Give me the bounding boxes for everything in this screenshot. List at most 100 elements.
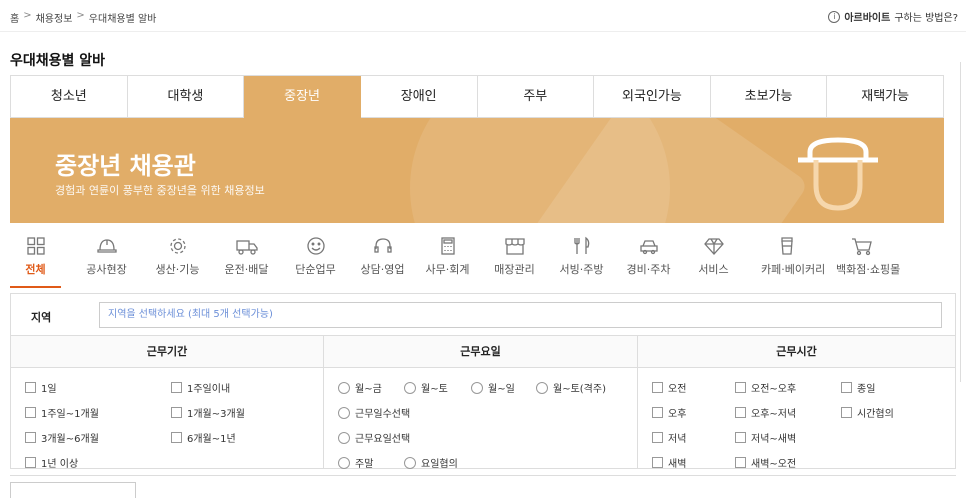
- breadcrumb-separator: >: [23, 10, 32, 21]
- checkbox[interactable]: [171, 432, 182, 443]
- fork-knife-icon: [573, 236, 589, 254]
- days-option[interactable]: 월~토: [404, 380, 448, 395]
- time-option[interactable]: 새벽: [652, 455, 686, 470]
- store-icon: [504, 238, 525, 255]
- radio[interactable]: [338, 381, 350, 394]
- top-bar: 홈 > 채용정보 > 우대채용별 알바 i 아르바이트 구하는 방법은?: [0, 0, 966, 32]
- tab-foreigner[interactable]: 외국인가능: [594, 76, 711, 118]
- checkbox[interactable]: [25, 432, 36, 443]
- checkbox[interactable]: [25, 382, 36, 393]
- time-option[interactable]: 새벽~오전: [735, 455, 796, 470]
- region-label: 지역: [31, 311, 52, 324]
- breadcrumb-separator: >: [76, 10, 85, 21]
- tab-homemaker[interactable]: 주부: [477, 76, 595, 118]
- car-icon: [639, 240, 658, 255]
- radio[interactable]: [338, 406, 350, 419]
- period-option[interactable]: 3개월~6개월: [25, 430, 99, 445]
- time-header: 근무시간: [776, 345, 817, 358]
- category-label: 생산·기능: [155, 263, 200, 276]
- banner-title: 중장년 채용관: [55, 152, 196, 180]
- help-link[interactable]: i 아르바이트 구하는 방법은?: [828, 9, 958, 24]
- period-option[interactable]: 1주일~1개월: [25, 405, 99, 420]
- tab-college[interactable]: 대학생: [127, 76, 245, 118]
- category-label: 전체: [25, 263, 46, 276]
- checkbox[interactable]: [841, 407, 852, 418]
- breadcrumb-current: 우대채용별 알바: [88, 14, 157, 25]
- category-store-management[interactable]: 매장관리: [489, 230, 540, 292]
- category-service[interactable]: 서비스: [688, 230, 739, 292]
- checkbox[interactable]: [25, 407, 36, 418]
- checkbox[interactable]: [652, 382, 663, 393]
- period-option[interactable]: 6개월~1년: [171, 430, 236, 445]
- radio[interactable]: [338, 456, 350, 469]
- radio[interactable]: [404, 381, 416, 394]
- category-consulting-sales[interactable]: 상담·영업: [357, 230, 408, 292]
- period-header: 근무기간: [11, 336, 324, 367]
- time-option[interactable]: 오전: [652, 380, 686, 395]
- time-option[interactable]: 시간협의: [841, 405, 894, 420]
- tab-middle-aged[interactable]: 중장년: [244, 76, 361, 118]
- checkbox[interactable]: [652, 432, 663, 443]
- region-input[interactable]: 지역을 선택하세요 (최대 5개 선택가능): [99, 302, 942, 328]
- help-link-text: 구하는 방법은?: [894, 13, 958, 24]
- checkbox[interactable]: [735, 382, 746, 393]
- category-label: 서비스: [698, 263, 729, 276]
- time-option[interactable]: 오후: [652, 405, 686, 420]
- checkbox[interactable]: [735, 407, 746, 418]
- category-office-accounting[interactable]: 사무·회계: [422, 230, 473, 292]
- radio[interactable]: [404, 456, 416, 469]
- helmet-icon: [96, 239, 117, 253]
- radio[interactable]: [338, 431, 350, 444]
- days-option[interactable]: 월~일: [471, 380, 515, 395]
- filter-panel: 지역 지역을 선택하세요 (최대 5개 선택가능) 근무기간 근무요일 근무시간…: [10, 293, 956, 470]
- checkbox[interactable]: [171, 382, 182, 393]
- days-option[interactable]: 주말: [338, 455, 373, 470]
- time-option[interactable]: 종일: [841, 380, 875, 395]
- checkbox[interactable]: [171, 407, 182, 418]
- smile-icon: [306, 237, 325, 255]
- time-option[interactable]: 저녁~새벽: [735, 430, 796, 445]
- time-option[interactable]: 오후~저녁: [735, 405, 796, 420]
- category-cafe-bakery[interactable]: 카페·베이커리: [761, 230, 825, 292]
- days-option[interactable]: 월~금: [338, 380, 382, 395]
- radio[interactable]: [471, 381, 483, 394]
- days-option[interactable]: 월~토(격주): [536, 380, 606, 395]
- category-production[interactable]: 생산·기능: [152, 230, 203, 292]
- tab-youth[interactable]: 청소년: [11, 76, 128, 118]
- breadcrumb-section[interactable]: 채용정보: [36, 10, 73, 25]
- category-label: 매장관리: [494, 263, 535, 276]
- checkbox[interactable]: [25, 457, 36, 468]
- category-label: 운전·배달: [224, 263, 269, 276]
- days-option[interactable]: 근무일수선택: [338, 405, 410, 420]
- tab-disabled[interactable]: 장애인: [360, 76, 478, 118]
- checkbox[interactable]: [652, 407, 663, 418]
- time-option[interactable]: 저녁: [652, 430, 686, 445]
- radio[interactable]: [536, 381, 548, 394]
- category-label: 백화점·쇼핑몰: [836, 263, 901, 276]
- period-option[interactable]: 1개월~3개월: [171, 405, 245, 420]
- category-simple-work[interactable]: 단순업무: [290, 230, 341, 292]
- checkbox[interactable]: [735, 457, 746, 468]
- tab-remote[interactable]: 재택가능: [827, 76, 944, 118]
- checkbox[interactable]: [841, 382, 852, 393]
- period-option[interactable]: 1일: [25, 380, 57, 395]
- breadcrumb-home[interactable]: 홈: [10, 10, 19, 25]
- time-option[interactable]: 오전~오후: [735, 380, 796, 395]
- banner-subtitle: 경험과 연륜이 풍부한 중장년을 위한 채용정보: [55, 184, 265, 197]
- days-header: 근무요일: [324, 336, 638, 367]
- period-option[interactable]: 1년 이상: [25, 455, 78, 470]
- category-security-parking[interactable]: 경비·주차: [623, 230, 674, 292]
- checkbox[interactable]: [652, 457, 663, 468]
- category-label: 사무·회계: [425, 263, 470, 276]
- partial-select[interactable]: [10, 482, 136, 498]
- period-option[interactable]: 1주일이내: [171, 380, 230, 395]
- category-department-store[interactable]: 백화점·쇼핑몰: [836, 230, 901, 292]
- days-option[interactable]: 근무요일선택: [338, 430, 410, 445]
- category-construction[interactable]: 공사현장: [81, 230, 132, 292]
- category-serving-kitchen[interactable]: 서빙·주방: [556, 230, 607, 292]
- category-all[interactable]: 전체: [10, 230, 61, 288]
- checkbox[interactable]: [735, 432, 746, 443]
- category-driving-delivery[interactable]: 운전·배달: [221, 230, 272, 292]
- days-option[interactable]: 요일협의: [404, 455, 458, 470]
- tab-beginner[interactable]: 초보가능: [710, 76, 828, 118]
